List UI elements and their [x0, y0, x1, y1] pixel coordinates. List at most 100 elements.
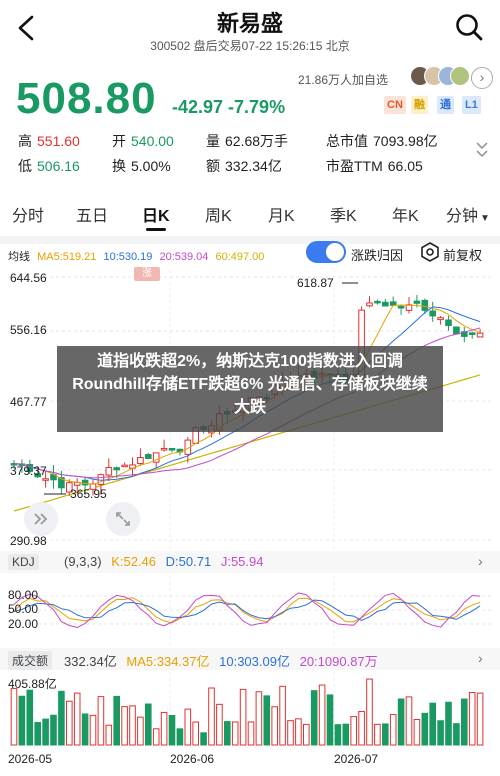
- volume-bar: [239, 688, 247, 746]
- margin-badge[interactable]: 融: [411, 96, 428, 114]
- y-label: 556.16: [10, 323, 47, 337]
- chevron-down-icon[interactable]: [474, 134, 490, 164]
- volume-bar: [303, 723, 310, 746]
- x-label: 2026-05: [8, 752, 53, 766]
- news-headline[interactable]: 道指收跌超2%，纳斯达克100指数进入回调 Roundhill存储ETF跌超6%…: [57, 350, 443, 419]
- volume-bar: [137, 716, 144, 746]
- volume-bar: [26, 689, 34, 746]
- volume-bar: [310, 690, 318, 746]
- watchers-count[interactable]: 21.86万人加自选: [298, 71, 388, 88]
- volume-bar: [121, 706, 128, 746]
- volume-bar: [66, 700, 73, 746]
- candle-body: [105, 466, 113, 476]
- stat-market-cap: 总市值 7093.98亿: [326, 133, 438, 149]
- volume-bar: [287, 720, 294, 746]
- connect-badge[interactable]: 通: [437, 96, 454, 114]
- candle-body: [421, 299, 429, 311]
- y-label: 379.37: [10, 464, 47, 478]
- candle-body: [437, 317, 444, 321]
- volume-bar: [81, 713, 89, 746]
- volume-bar: [413, 719, 421, 746]
- y-label: 467.77: [10, 395, 47, 409]
- candle-body: [445, 319, 452, 326]
- volume-bar: [350, 716, 357, 746]
- volume-bar: [342, 723, 350, 746]
- volume-bar: [437, 720, 444, 746]
- more-button[interactable]: ›: [471, 67, 493, 89]
- volume-bar: [50, 714, 57, 746]
- volume-bar: [255, 691, 263, 746]
- chevron-right-icon[interactable]: ›: [478, 553, 483, 569]
- candle-body: [382, 301, 389, 307]
- volume-bar: [129, 705, 136, 746]
- volume-bar: [224, 721, 231, 746]
- kdj-y-label: 80.00: [8, 588, 39, 602]
- volume-bar: [461, 698, 468, 746]
- chevron-right-icon[interactable]: ›: [478, 650, 483, 666]
- candle-body: [453, 326, 460, 335]
- tab-minute[interactable]: 分钟 ▼: [446, 202, 490, 226]
- candle-body: [113, 467, 121, 471]
- tab-yearly-k[interactable]: 年K: [392, 202, 419, 226]
- tab-quarterly-k[interactable]: 季K: [330, 202, 357, 226]
- volume-bar: [421, 712, 429, 746]
- volume-bar: [445, 701, 452, 746]
- collapse-button[interactable]: [24, 502, 58, 536]
- cn-badge[interactable]: CN: [384, 96, 406, 114]
- volume-bar: [58, 690, 65, 746]
- watcher-avatars[interactable]: [410, 66, 470, 88]
- tab-five-day[interactable]: 五日: [76, 202, 108, 226]
- volume-bar: [113, 695, 121, 746]
- y-label: 290.98: [10, 534, 47, 548]
- active-tab-indicator: [146, 228, 166, 231]
- tab-weekly-k[interactable]: 周K: [205, 202, 232, 226]
- double-chevron-icon: [34, 513, 48, 525]
- kdj-y-label: 20.00: [8, 617, 39, 631]
- search-icon[interactable]: [454, 12, 484, 42]
- stat-volume: 量 62.68万手: [206, 133, 289, 149]
- settings-icon[interactable]: [420, 242, 440, 262]
- volume-y-label: 405.88亿: [8, 677, 57, 691]
- volume-bar: [73, 692, 81, 746]
- kline-chart[interactable]: [0, 262, 500, 776]
- stat-low: 低 506.16: [18, 158, 80, 174]
- volume-bar: [389, 714, 397, 746]
- level1-badge[interactable]: L1: [462, 96, 481, 114]
- volume-bar: [429, 702, 436, 746]
- tab-monthly-k[interactable]: 月K: [268, 202, 295, 226]
- kdj-indicator-name[interactable]: KDJ: [8, 554, 39, 570]
- candle-body: [397, 305, 405, 309]
- stat-high: 高 551.60: [18, 133, 80, 149]
- volume-bar: [168, 715, 176, 746]
- candle-body: [97, 474, 105, 485]
- volume-bar: [382, 723, 389, 746]
- page-title: 新易盛: [216, 11, 283, 36]
- fullscreen-button[interactable]: [106, 502, 140, 536]
- volume-bar: [468, 692, 476, 746]
- candle-body: [160, 447, 168, 451]
- volume-bar: [334, 724, 342, 746]
- tab-daily-k[interactable]: 日K: [142, 202, 170, 226]
- volume-bar: [216, 703, 223, 746]
- rise-tag: 涨: [134, 267, 160, 281]
- kdj-values: (9,3,3) K:52.46 D:50.71 J:55.94: [64, 554, 264, 569]
- expand-icon: [116, 512, 130, 526]
- volume-bar: [247, 721, 255, 746]
- candle-body: [468, 332, 476, 335]
- volume-bar: [97, 696, 105, 746]
- candle-body: [413, 300, 421, 304]
- y-label: 644.56: [10, 271, 47, 285]
- candle-body: [137, 456, 144, 464]
- volume-indicator-name[interactable]: 成交额: [8, 651, 53, 670]
- volume-bar: [176, 728, 184, 746]
- volume-bar: [160, 711, 168, 746]
- volume-bars: [10, 678, 484, 746]
- volume-bar: [358, 710, 365, 746]
- candle-body: [429, 310, 436, 317]
- stat-pe: 市盈TTM 66.05: [326, 158, 423, 174]
- x-label: 2026-06: [170, 752, 215, 766]
- tab-intraday[interactable]: 分时: [12, 202, 44, 226]
- high-marker-label: 618.87: [297, 276, 334, 290]
- volume-bar: [263, 695, 271, 746]
- volume-bar: [145, 703, 152, 746]
